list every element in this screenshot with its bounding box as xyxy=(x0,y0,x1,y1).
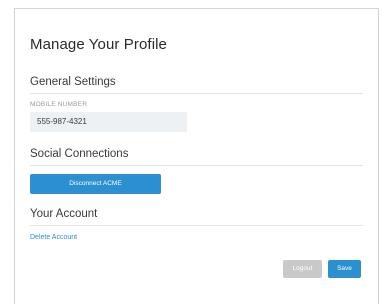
profile-card: Manage Your Profile General Settings MOB… xyxy=(14,8,379,304)
mobile-number-field[interactable]: 555-987-4321 xyxy=(30,112,187,132)
disconnect-acme-button[interactable]: Disconnect ACME xyxy=(30,174,161,194)
save-button[interactable]: Save xyxy=(328,260,361,278)
social-connections-heading: Social Connections xyxy=(30,148,129,160)
general-settings-heading: General Settings xyxy=(30,76,116,88)
delete-account-link[interactable]: Delete Account xyxy=(30,234,77,241)
page-title: Manage Your Profile xyxy=(30,36,167,53)
your-account-divider xyxy=(30,225,363,226)
general-settings-divider xyxy=(30,93,363,94)
mobile-number-label: MOBILE NUMBER xyxy=(30,101,88,108)
your-account-heading: Your Account xyxy=(30,208,98,220)
logout-button[interactable]: Logout xyxy=(283,260,322,278)
social-connections-divider xyxy=(30,165,363,166)
